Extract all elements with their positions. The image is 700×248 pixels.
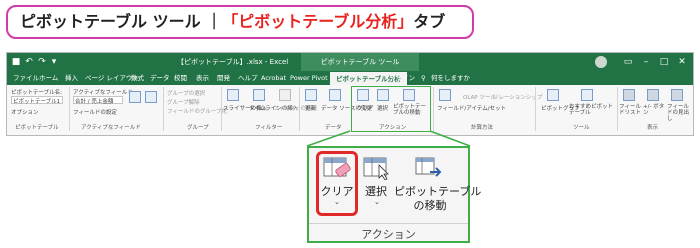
zoom-group-label: アクション (361, 228, 416, 241)
move-pivottable-large-icon (415, 157, 442, 177)
callout-line-left (306, 130, 351, 147)
select-button[interactable]: 選択 (356, 183, 396, 199)
clear-highlight (316, 151, 358, 216)
select-chevron-icon[interactable]: ⌄ (374, 198, 380, 206)
move-pivottable-button-line2[interactable]: の移動 (394, 197, 466, 213)
callout-line-right (429, 130, 471, 147)
select-large-icon (363, 157, 389, 180)
